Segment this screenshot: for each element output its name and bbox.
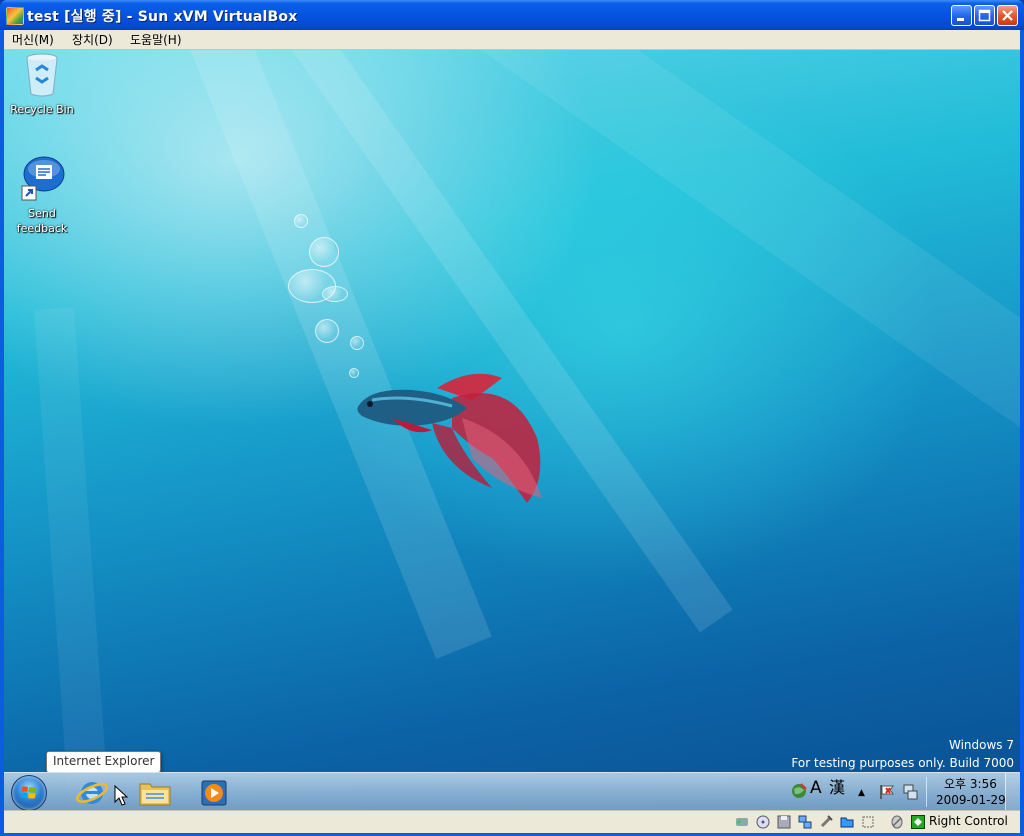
action-center-icon[interactable] xyxy=(878,783,896,801)
ime-mode-indicator[interactable]: A xyxy=(810,780,822,797)
guest-desktop[interactable]: Recycle Bin Send feedback Windows 7 For … xyxy=(4,50,1020,810)
tray-overflow-arrow[interactable]: ▲ xyxy=(858,785,865,801)
send-feedback-shortcut[interactable]: Send feedback xyxy=(7,154,77,236)
shared-folder-icon[interactable] xyxy=(840,815,854,829)
menu-help[interactable]: 도움말(H) xyxy=(130,31,182,48)
tray-separator xyxy=(926,777,927,807)
title-bar[interactable]: test [실행 중] - Sun xVM VirtualBox xyxy=(0,0,1024,30)
bubble xyxy=(294,214,308,228)
windows-version-watermark: Windows 7 xyxy=(948,738,1014,752)
minimize-icon xyxy=(952,6,971,25)
close-button[interactable] xyxy=(997,5,1018,26)
betta-fish-wallpaper xyxy=(357,373,542,503)
window-title: test [실행 중] - Sun xVM VirtualBox xyxy=(27,9,298,25)
menu-bar: 머신(M) 장치(D) 도움말(H) xyxy=(4,30,1020,50)
feedback-icon xyxy=(21,156,65,201)
menu-machine[interactable]: 머신(M) xyxy=(12,31,54,48)
hard-disk-icon[interactable] xyxy=(735,815,749,829)
maximize-button[interactable] xyxy=(974,5,995,26)
recycle-bin-label: Recycle Bin xyxy=(10,103,74,116)
virtualbox-app-icon[interactable] xyxy=(6,7,24,25)
windows-explorer-icon xyxy=(139,783,171,806)
display-icon[interactable] xyxy=(861,815,875,829)
taskbar: A 漢 ▲ 오후 3:56 2009-01-29 xyxy=(4,772,1020,810)
network-status-icon[interactable] xyxy=(901,783,919,801)
bubble xyxy=(309,237,339,267)
light-ray xyxy=(174,50,492,660)
recycle-bin-icon xyxy=(26,53,58,97)
minimize-button[interactable] xyxy=(951,5,972,26)
taskbar-internet-explorer[interactable] xyxy=(70,775,116,809)
network-icon[interactable] xyxy=(798,815,812,829)
send-feedback-label-line2: feedback xyxy=(16,222,68,235)
build-watermark: For testing purposes only. Build 7000 xyxy=(791,756,1014,770)
floppy-icon[interactable] xyxy=(777,815,791,829)
start-button[interactable] xyxy=(11,775,47,810)
host-key-icon xyxy=(911,815,925,829)
mouse-cursor-icon xyxy=(114,785,129,806)
bubble xyxy=(322,286,348,302)
taskbar-media-player[interactable] xyxy=(191,775,237,809)
virtualbox-window: test [실행 중] - Sun xVM VirtualBox 머신(M) 장… xyxy=(0,0,1024,836)
bubble xyxy=(350,336,364,350)
vm-status-bar: Right Control xyxy=(4,810,1020,833)
usb-icon[interactable] xyxy=(819,815,833,829)
language-bar-icon[interactable] xyxy=(790,782,808,800)
host-key-label: Right Control xyxy=(929,814,1008,828)
media-player-icon xyxy=(201,780,227,806)
windows-logo-icon xyxy=(21,786,36,799)
close-icon xyxy=(998,6,1017,25)
show-desktop-button[interactable] xyxy=(1005,773,1020,810)
bubble xyxy=(315,319,339,343)
internet-explorer-icon xyxy=(76,782,108,804)
clock-time[interactable]: 오후 3:56 xyxy=(944,776,997,792)
maximize-icon xyxy=(975,6,994,25)
send-feedback-label: Send xyxy=(28,207,56,220)
taskbar-windows-explorer[interactable] xyxy=(132,775,178,809)
mouse-integration-icon[interactable] xyxy=(890,815,904,829)
ie-tooltip: Internet Explorer xyxy=(46,751,162,773)
light-ray xyxy=(34,307,109,809)
recycle-bin-shortcut[interactable]: Recycle Bin xyxy=(7,52,77,117)
menu-devices[interactable]: 장치(D) xyxy=(72,31,113,48)
cd-icon[interactable] xyxy=(756,815,770,829)
clock-date[interactable]: 2009-01-29 xyxy=(936,792,1006,808)
ime-hanja-indicator[interactable]: 漢 xyxy=(829,780,845,796)
